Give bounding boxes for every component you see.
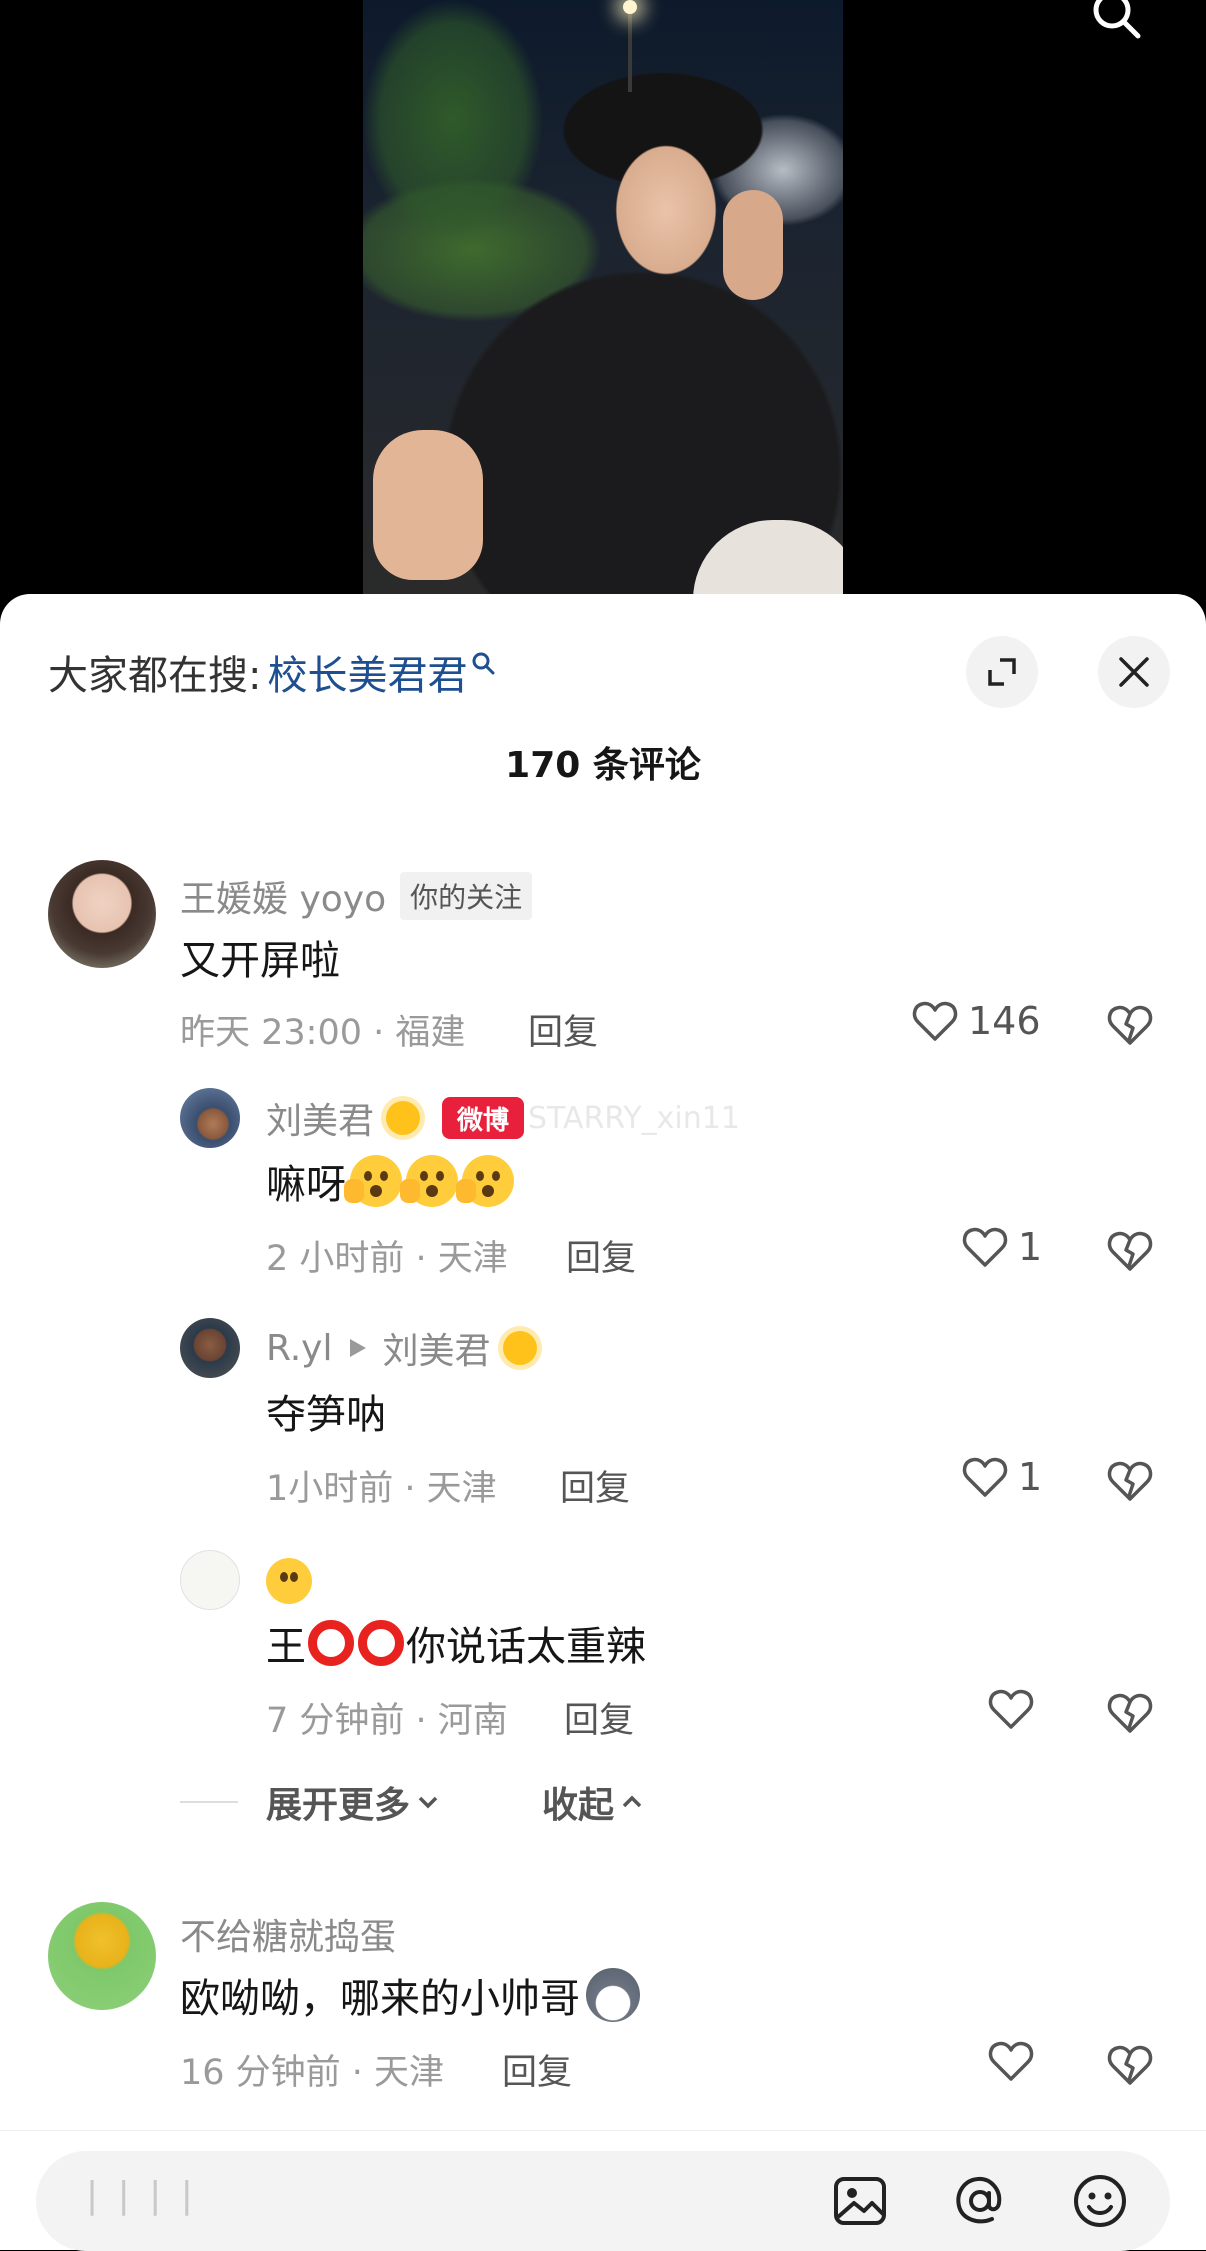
sun-icon [386,1101,421,1135]
image-icon[interactable] [830,2171,890,2231]
shocked-emoji-icon [400,1155,458,1207]
comment-input[interactable]: | | | | [36,2151,1170,2251]
comment-meta: 昨天 23:00 · 福建 [180,1013,466,1053]
raised-hand [723,190,783,300]
thread-controls: 展开更多 收起 [180,1776,646,1828]
dislike-icon[interactable] [1105,1226,1155,1276]
like-button[interactable] [986,1684,1036,1734]
video-frame[interactable] [363,0,843,600]
like-count: 1 [1018,1225,1043,1269]
weibo-handle: STARRY_xin11 [528,1100,740,1136]
comment-text-prefix: 王 [266,1624,306,1670]
comment-username[interactable]: 不给糖就捣蛋 [180,1908,396,1960]
expand-icon [988,658,1016,686]
shocked-emoji-icon [344,1155,402,1207]
red-circle-icon [358,1620,404,1666]
hot-search-prefix: 大家都在搜: [48,653,262,699]
search-icon[interactable] [1090,0,1144,42]
reply-button[interactable]: 回复 [528,1004,598,1055]
divider-line [180,1801,238,1803]
heart-icon [962,1457,1008,1497]
comment-meta: 2 小时前 · 天津 [266,1239,508,1279]
avatar[interactable] [48,860,156,968]
reply-button[interactable]: 回复 [566,1230,636,1281]
comment-meta: 7 分钟前 · 河南 [266,1701,508,1741]
expand-more-button[interactable]: 展开更多 [266,1776,442,1828]
avatar[interactable] [180,1088,240,1148]
expand-button[interactable] [966,636,1038,708]
red-circle-icon [308,1620,354,1666]
avatar[interactable] [180,1550,240,1610]
like-button[interactable] [986,2036,1036,2086]
dislike-icon[interactable] [1105,1456,1155,1506]
comment-meta: 1小时前 · 天津 [266,1469,497,1509]
comment-text[interactable]: 嘛呀 [266,1152,514,1210]
reply-username[interactable]: R.yl 刘美君 [266,1322,537,1374]
comment-input-bar: | | | | [0,2130,1206,2251]
dislike-icon[interactable] [1105,2040,1155,2090]
weibo-watermark: 微博 STARRY_xin11 [442,1097,740,1139]
avatar[interactable] [48,1902,156,2010]
username-text[interactable]: R.yl [266,1328,332,1369]
reply-button[interactable]: 回复 [502,2044,572,2095]
comment-count-title: 170 条评论 [505,745,701,786]
comment-text-suffix: 你说话太重辣 [406,1624,646,1670]
reply-username[interactable]: 刘美君 微博 STARRY_xin11 [266,1092,740,1144]
street-lamp [623,0,637,14]
nerd-emoji-icon [266,1558,312,1604]
chevron-down-icon [418,1796,438,1809]
comment-text[interactable]: 又开屏啦 [180,928,340,986]
comment-text-content: 嘛呀 [266,1162,346,1208]
heart-icon [912,1001,958,1041]
close-button[interactable] [1098,636,1170,708]
reply-button[interactable]: 回复 [564,1692,634,1743]
dislike-icon[interactable] [1105,1000,1155,1050]
reply-button[interactable]: 回复 [560,1460,630,1511]
dislike-icon[interactable] [1105,1688,1155,1738]
knee [693,520,843,600]
resting-hand [373,430,483,580]
comment-sheet: 大家都在搜: 校长美君君 170 条评论 王媛媛 yoyo 你的关注 又开屏啦 … [0,594,1206,2249]
username-text[interactable]: 刘美君 [266,1092,374,1144]
expand-more-label: 展开更多 [266,1785,411,1826]
input-placeholder: | | | | [86,2175,197,2216]
comment-text-content: 欧呦呦，哪来的小帅哥 [180,1976,580,2022]
like-button[interactable]: 1 [960,1452,1042,1502]
reply-to-username[interactable]: 刘美君 [382,1322,490,1374]
chevron-up-icon [622,1795,642,1808]
following-badge: 你的关注 [400,872,533,920]
emoji-icon[interactable] [1070,2171,1130,2231]
comment-username[interactable]: 王媛媛 yoyo 你的关注 [180,870,533,922]
close-icon [1119,657,1149,687]
street-lamp-pole [628,12,632,92]
hot-search-keyword[interactable]: 校长美君君 [267,643,467,701]
sun-icon [502,1331,537,1365]
comment-text[interactable]: 夺笋呐 [266,1382,386,1440]
husky-emoji-icon [586,1968,640,2022]
hot-search-bar[interactable]: 大家都在搜: 校长美君君 [48,644,495,700]
like-count: 1 [1018,1455,1043,1499]
avatar[interactable] [180,1318,240,1378]
comment-meta: 16 分钟前 · 天津 [180,2053,445,2093]
username-text[interactable]: 王媛媛 yoyo [180,870,386,922]
like-button[interactable]: 1 [960,1222,1042,1272]
reply-arrow-icon [350,1339,367,1357]
like-count: 146 [968,999,1041,1043]
heart-icon [988,1689,1034,1729]
shocked-emoji-icon [456,1155,514,1207]
comment-text[interactable]: 欧呦呦，哪来的小帅哥 [180,1966,640,2024]
like-button[interactable]: 146 [910,996,1041,1046]
at-icon[interactable] [950,2171,1010,2231]
weibo-logo-icon: 微博 [442,1097,525,1139]
collapse-label: 收起 [542,1785,615,1826]
heart-icon [962,1227,1008,1267]
search-icon [472,652,495,675]
reply-username[interactable] [266,1558,312,1604]
collapse-button[interactable]: 收起 [542,1776,646,1828]
comment-text[interactable]: 王 你说话太重辣 [266,1614,646,1672]
heart-icon [988,2041,1034,2081]
